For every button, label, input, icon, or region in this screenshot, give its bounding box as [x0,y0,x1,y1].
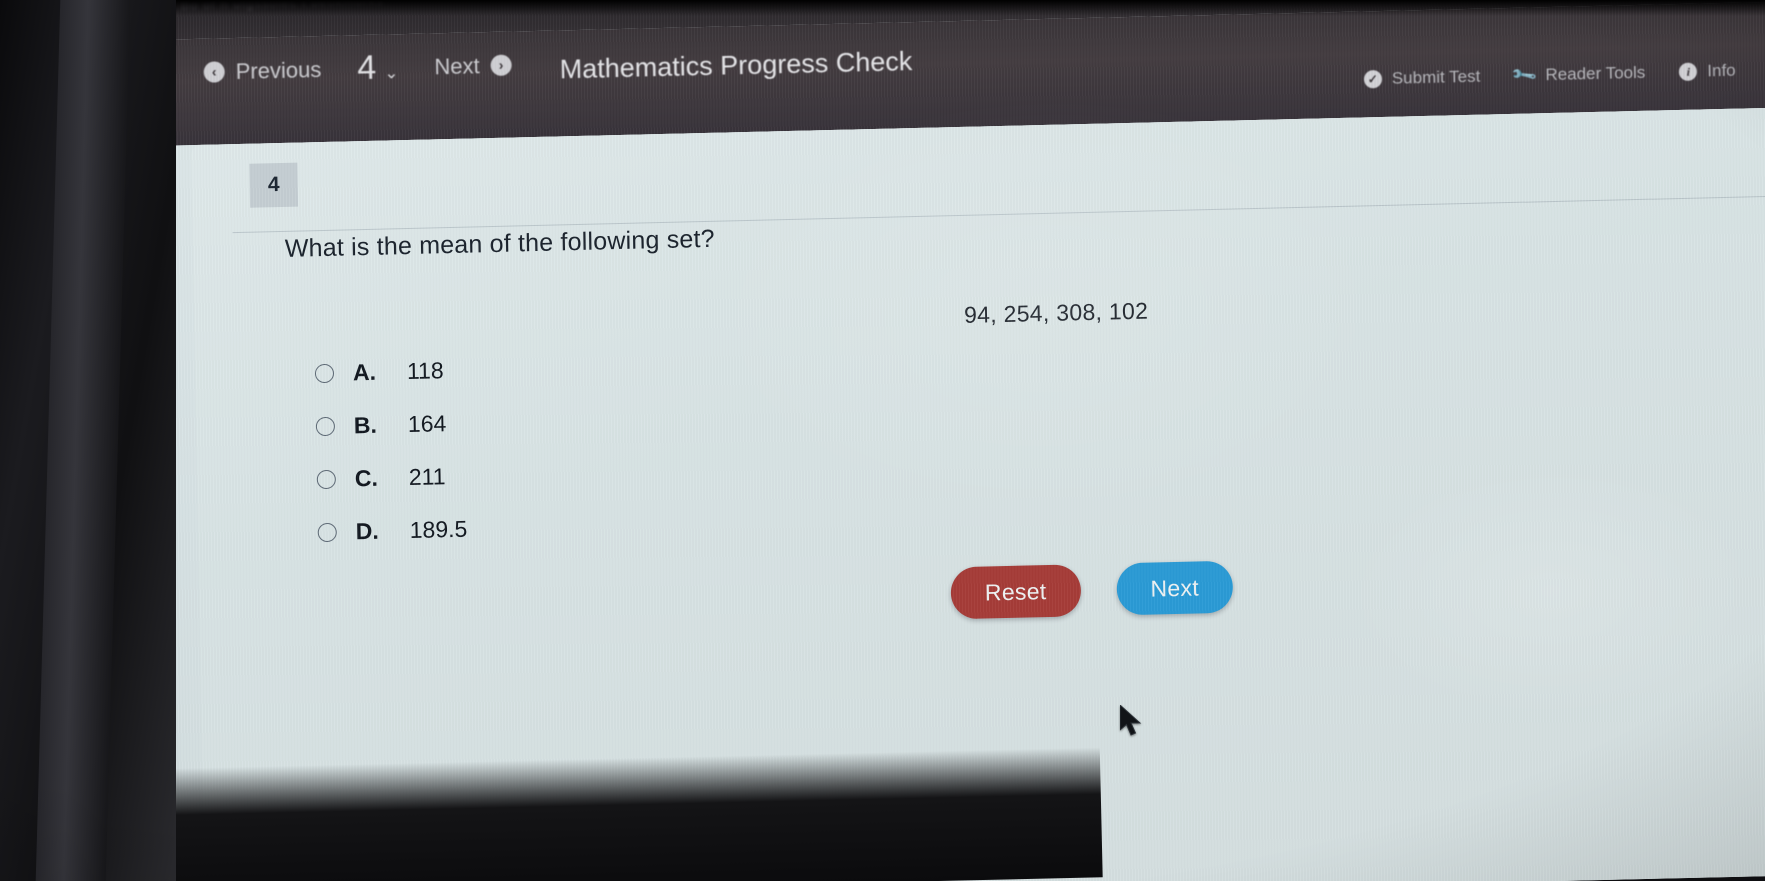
laptop-bezel-edge [35,0,131,881]
photo-of-screen: uppucomic .u™ com essenbaue .ss r., ss b… [0,0,1765,881]
divider [232,194,1765,234]
radio-button-b[interactable] [315,416,336,437]
reset-button[interactable]: Reset [950,564,1081,620]
wrench-icon: 🔧 [1510,61,1539,90]
info-button[interactable]: i Info [1679,61,1736,82]
arrow-right-circle-icon: › [490,54,512,76]
question-number-badge: 4 [249,162,299,208]
info-circle-icon: i [1679,62,1698,81]
previous-question-button[interactable]: ‹ Previous [193,52,331,89]
check-circle-icon: ✓ [1363,70,1382,89]
answer-options-list: A. 118 B. 164 C. 211 D. 189.5 [314,331,1019,559]
arrow-left-circle-icon: ‹ [203,61,225,83]
question-dataset: 94, 254, 308, 102 [963,297,1149,328]
reader-tools-label: Reader Tools [1545,62,1646,85]
question-number-dropdown[interactable]: 4 ⌄ [357,48,399,88]
previous-label: Previous [235,56,322,84]
radio-button-a[interactable] [314,363,335,384]
question-number-value: 4 [356,48,377,88]
action-buttons: Reset Next [950,560,1234,620]
laptop-bezel-left [0,0,176,881]
option-letter-d: D. [355,517,379,545]
reader-tools-button[interactable]: 🔧 Reader Tools [1510,61,1646,89]
photo-top-shadow [0,0,1765,16]
test-nav-left-group: ‹ Previous 4 ⌄ Next › [193,45,522,92]
info-label: Info [1707,60,1736,81]
option-letter-c: C. [354,464,379,492]
option-value-a: 118 [406,357,444,385]
laptop-bezel-bottom [100,747,1103,881]
submit-test-label: Submit Test [1391,66,1481,88]
radio-button-c[interactable] [316,469,337,490]
radio-button-d[interactable] [317,522,337,543]
laptop-screen: uppucomic .u™ com essenbaue .ss r., ss b… [150,0,1765,881]
option-letter-b: B. [353,411,378,439]
option-value-c: 211 [408,463,446,491]
next-question-button[interactable]: Next › [424,48,522,84]
test-nav-right-group: ✓ Submit Test 🔧 Reader Tools i Info ➦ [1363,60,1765,90]
question-prompt: What is the mean of the following set? [284,224,716,263]
test-title: Mathematics Progress Check [559,46,913,85]
submit-test-button[interactable]: ✓ Submit Test [1363,66,1481,90]
option-value-b: 164 [407,410,447,438]
next-label: Next [434,52,480,79]
option-value-d: 189.5 [409,515,468,544]
chevron-down-icon: ⌄ [384,63,399,83]
next-button[interactable]: Next [1116,560,1234,616]
option-letter-a: A. [352,358,377,386]
